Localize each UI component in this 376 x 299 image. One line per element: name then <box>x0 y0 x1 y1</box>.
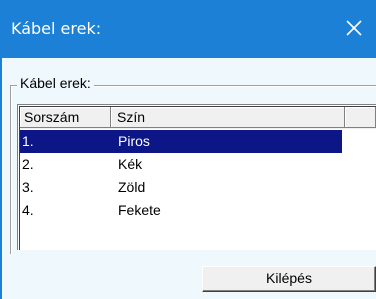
list-item[interactable]: 4. Fekete <box>20 199 376 222</box>
column-header-empty[interactable] <box>345 107 376 128</box>
window-left-border <box>0 58 2 299</box>
close-button[interactable] <box>340 14 368 42</box>
groupbox-legend: Kábel erek: <box>17 75 94 91</box>
row-number: 4. <box>22 202 34 218</box>
cable-cores-list[interactable]: Sorszám Szín 1. Piros 2. Kék 3. Zöld 4. … <box>17 104 376 250</box>
close-icon <box>345 19 363 37</box>
column-header-number[interactable]: Sorszám <box>20 107 111 128</box>
dialog-window: Kábel erek: Kábel erek: Sorszám Szín 1. <box>0 0 376 299</box>
list-inner: Sorszám Szín 1. Piros 2. Kék 3. Zöld 4. … <box>19 106 376 250</box>
row-number: 1. <box>22 133 34 149</box>
list-item-selected[interactable]: 1. Piros <box>20 130 342 153</box>
window-title: Kábel erek: <box>11 19 102 38</box>
list-item[interactable]: 2. Kék <box>20 153 376 176</box>
list-item[interactable]: 3. Zöld <box>20 176 376 199</box>
row-color: Fekete <box>118 202 161 218</box>
list-header: Sorszám Szín <box>20 107 376 129</box>
row-number: 3. <box>22 179 34 195</box>
list-rows: 1. Piros 2. Kék 3. Zöld 4. Fekete <box>20 130 376 222</box>
title-bar[interactable]: Kábel erek: <box>0 0 376 58</box>
row-color: Piros <box>118 133 150 149</box>
row-number: 2. <box>22 156 34 172</box>
exit-button[interactable]: Kilépés <box>202 266 376 292</box>
row-color: Zöld <box>118 179 146 195</box>
column-header-color[interactable]: Szín <box>111 107 345 128</box>
row-color: Kék <box>118 156 143 172</box>
